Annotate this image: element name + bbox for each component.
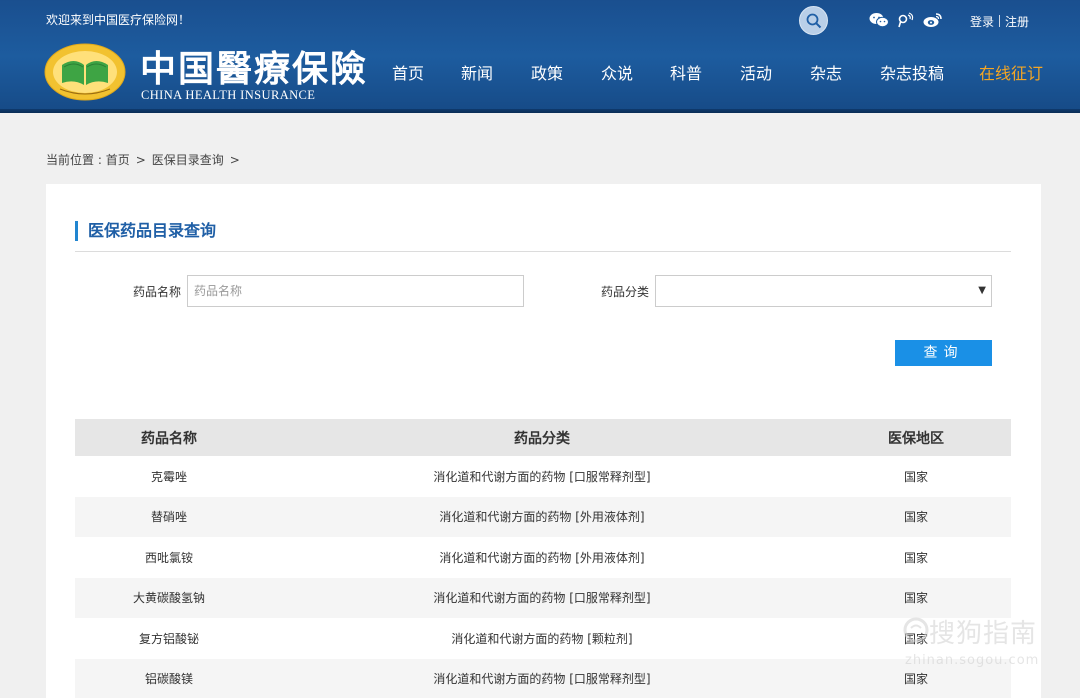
search-button[interactable] (799, 6, 828, 35)
breadcrumb-prefix: 当前位置 : (46, 153, 106, 167)
cell-region: 国家 (903, 550, 928, 565)
header-region: 医保地区 (888, 430, 944, 447)
watermark-text: 搜狗指南 (929, 619, 1038, 649)
search-icon (806, 13, 822, 29)
cell-region: 国家 (903, 469, 928, 484)
nav-item-policy[interactable]: 政策 (531, 60, 563, 84)
dropdown-arrow-icon: ▼ (978, 285, 986, 296)
table-row[interactable]: 铝碳酸镁 消化道和代谢方面的药物 [口服常释剂型] 国家 (75, 658, 1011, 698)
wechat-icon[interactable] (869, 12, 889, 32)
auth-divider (999, 15, 1001, 27)
logo-emblem-icon[interactable] (44, 43, 126, 101)
drug-name-label: 药品名称 (133, 285, 182, 299)
cell-drug-name: 大黄碳酸氢钠 (132, 591, 205, 606)
nav-item-news[interactable]: 新闻 (461, 60, 493, 84)
welcome-text: 欢迎来到中国医疗保险网！ (46, 13, 191, 27)
query-panel: 医保药品目录查询 药品名称 药品分类 ▼ 查询 药品名称 药品分类 医保地区 克… (46, 184, 1041, 698)
nav-item-opinions[interactable]: 众说 (601, 60, 633, 84)
breadcrumb-trail: > (229, 153, 240, 167)
watermark-url: zhinan.sogou.com (905, 653, 1040, 668)
header-drug-name: 药品名称 (141, 430, 197, 447)
breadcrumb-separator: > (135, 153, 146, 167)
query-button[interactable]: 查询 (895, 340, 992, 366)
nav-item-events[interactable]: 活动 (740, 60, 772, 84)
sina-weibo-icon[interactable] (923, 12, 943, 32)
watermark: 搜狗指南 zhinan.sogou.com (903, 613, 1073, 673)
cell-drug-category: 消化道和代谢方面的药物 [外用液体剂] (439, 550, 645, 565)
drug-name-input[interactable] (187, 275, 524, 307)
table-row[interactable]: 克霉唑 消化道和代谢方面的药物 [口服常释剂型] 国家 (75, 456, 1011, 497)
cell-drug-category: 消化道和代谢方面的药物 [口服常释剂型] (433, 591, 651, 606)
drug-category-label: 药品分类 (601, 285, 650, 299)
watermark-logo-icon (903, 617, 929, 643)
nav-item-magazine[interactable]: 杂志 (810, 60, 842, 84)
header-drug-category: 药品分类 (514, 430, 570, 447)
table-row[interactable]: 复方铝酸铋 消化道和代谢方面的药物 [颗粒剂] 国家 (75, 618, 1011, 659)
table-header-row: 药品名称 药品分类 医保地区 (75, 419, 1011, 456)
cell-drug-category: 消化道和代谢方面的药物 [口服常释剂型] (433, 469, 651, 484)
table-row[interactable]: 替硝唑 消化道和代谢方面的药物 [外用液体剂] 国家 (75, 496, 1011, 537)
login-link[interactable]: 登录 (970, 15, 994, 29)
cell-drug-name: 复方铝酸铋 (138, 631, 199, 646)
auth-links: 登录 注册 (970, 13, 1029, 30)
cell-drug-name: 克霉唑 (150, 469, 187, 484)
logo-chinese-title[interactable]: 中国醫療保險 (140, 40, 368, 92)
table-row[interactable]: 西吡氯铵 消化道和代谢方面的药物 [外用液体剂] 国家 (75, 537, 1011, 578)
drug-category-select[interactable]: ▼ (655, 275, 992, 307)
nav-item-submission[interactable]: 杂志投稿 (880, 60, 944, 84)
tencent-weibo-icon[interactable] (897, 12, 915, 32)
cell-drug-category: 消化道和代谢方面的药物 [外用液体剂] (439, 510, 645, 525)
title-divider (75, 251, 1011, 252)
cell-drug-category: 消化道和代谢方面的药物 [颗粒剂] (451, 631, 633, 646)
cell-drug-name: 铝碳酸镁 (144, 672, 193, 687)
drug-table: 药品名称 药品分类 医保地区 克霉唑 消化道和代谢方面的药物 [口服常释剂型] … (75, 419, 1011, 698)
register-link[interactable]: 注册 (1005, 15, 1029, 29)
page-title: 医保药品目录查询 (75, 221, 216, 241)
cell-drug-name: 替硝唑 (150, 510, 187, 525)
cell-drug-category: 消化道和代谢方面的药物 [口服常释剂型] (433, 672, 651, 687)
logo-english-title: CHINA HEALTH INSURANCE (141, 88, 316, 102)
site-header: 欢迎来到中国医疗保险网！ 中国醫療保險 CHINA HEALTH INSURAN… (0, 0, 1080, 113)
nav-item-science[interactable]: 科普 (670, 60, 702, 84)
breadcrumb-current[interactable]: 医保目录查询 (152, 153, 224, 167)
cell-drug-name: 西吡氯铵 (144, 550, 193, 565)
cell-region: 国家 (903, 510, 928, 525)
nav-item-home[interactable]: 首页 (392, 60, 424, 84)
cell-region: 国家 (903, 591, 928, 606)
nav-item-subscribe[interactable]: 在线征订 (979, 60, 1043, 84)
table-row[interactable]: 大黄碳酸氢钠 消化道和代谢方面的药物 [口服常释剂型] 国家 (75, 577, 1011, 618)
breadcrumb-home[interactable]: 首页 (106, 153, 130, 167)
breadcrumb: 当前位置 : 首页 > 医保目录查询 > (46, 151, 246, 168)
